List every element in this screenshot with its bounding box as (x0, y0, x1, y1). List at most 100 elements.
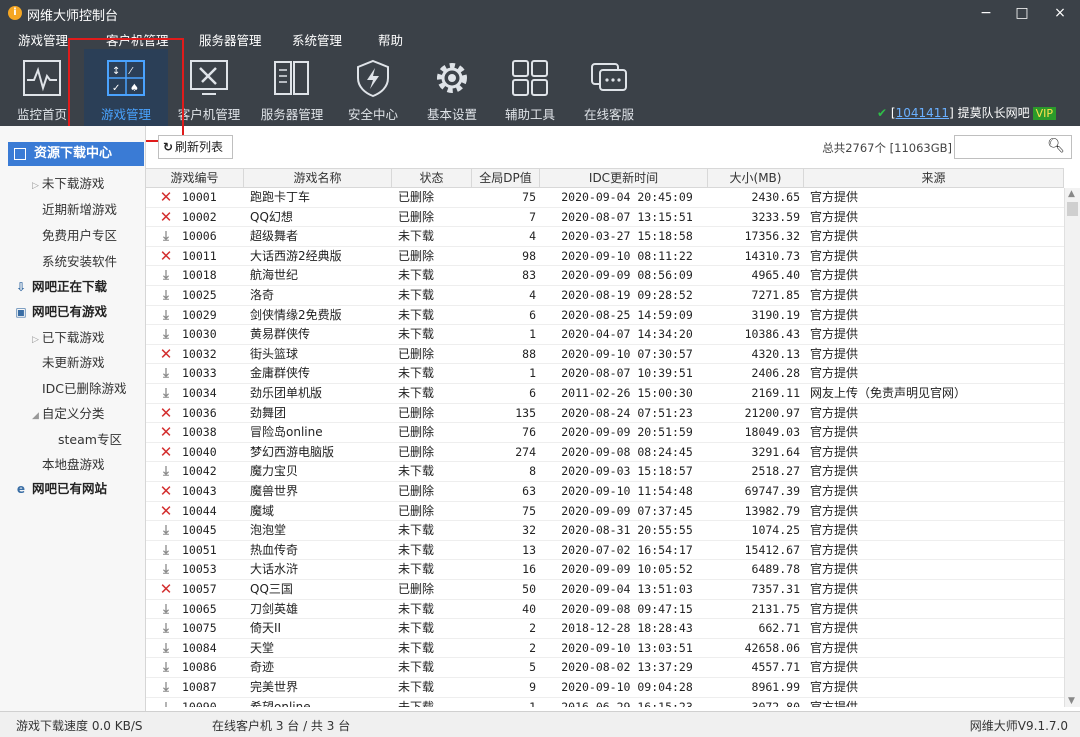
table-row[interactable]: ⤓ 10042 魔力宝贝 未下载 8 2020-09-03 15:18:57 2518.27… (146, 462, 1064, 482)
sidebar-item[interactable]: ▣ 网吧已有游戏 (14, 301, 107, 320)
table-row[interactable]: ✕ 10040 梦幻西游电脑版 已删除 274 2020-09-08 08:24:45 32… (146, 443, 1064, 463)
tool-utilities[interactable]: 辅助工具 (492, 49, 568, 126)
table-row[interactable]: ✕ 10002 QQ幻想 已删除 7 2020-08-07 13:15:51 3233.59… (146, 208, 1064, 228)
game-status: 未下载 (398, 268, 435, 283)
user-info: ✔ [1041411] 提莫队长网吧 VIP (877, 104, 1056, 121)
minimize-button[interactable]: − (968, 0, 1004, 27)
update-time: 2020-08-24 07:51:23 (561, 405, 693, 420)
size-mb: 1074.25 (751, 523, 800, 538)
game-status: 未下载 (398, 699, 435, 707)
sidebar-item-label: 未更新游戏 (42, 355, 105, 370)
sidebar-item[interactable]: steam专区 (58, 429, 122, 448)
scroll-thumb[interactable] (1067, 202, 1078, 216)
col-size[interactable]: 大小(MB) (708, 169, 804, 188)
col-source[interactable]: 来源 (804, 169, 1064, 188)
sidebar-item[interactable]: 免费用户专区 (42, 225, 117, 244)
sidebar-item[interactable]: ▷ 未下载游戏 (32, 173, 104, 192)
source: 官方提供 (810, 503, 859, 518)
sidebar-item[interactable]: 本地盘游戏 (42, 454, 105, 473)
update-time: 2020-09-09 20:51:59 (561, 425, 693, 440)
size-mb: 2406.28 (751, 366, 800, 381)
menu-help[interactable]: 帮助 (378, 30, 403, 49)
sidebar-item[interactable]: IDC已删除游戏 (42, 378, 127, 397)
size-mb: 8961.99 (751, 680, 800, 694)
dp-value: 1 (529, 699, 536, 707)
tool-support[interactable]: 在线客服 (568, 49, 650, 126)
table-row[interactable]: ✕ 10001 跑跑卡丁车 已删除 75 2020-09-04 20:45:09 2430.… (146, 188, 1064, 208)
game-name: 航海世纪 (250, 268, 299, 283)
col-time[interactable]: IDC更新时间 (540, 169, 708, 188)
table-row[interactable]: ⤓ 10034 劲乐团单机版 未下载 6 2011-02-26 15:00:30 2169.… (146, 384, 1064, 404)
game-name: 泡泡堂 (250, 523, 287, 538)
update-time: 2020-09-08 08:24:45 (561, 444, 693, 459)
table-row[interactable]: ✕ 10011 大话西游2经典版 已删除 98 2020-09-10 08:11:22 14… (146, 247, 1064, 267)
sidebar-item[interactable]: ▷ 已下载游戏 (32, 327, 104, 346)
search-icon[interactable]: 🔍︎ (1047, 138, 1065, 154)
table-row[interactable]: ⤓ 10086 奇迹 未下载 5 2020-08-02 13:37:29 4557.71 官方… (146, 658, 1064, 678)
table-row[interactable]: ✕ 10038 冒险岛online 已删除 76 2020-09-09 20:51:59 1… (146, 423, 1064, 443)
expand-icon[interactable]: ◢ (32, 411, 39, 421)
sidebar-item[interactable]: e 网吧已有网站 (14, 478, 107, 497)
sidebar-item[interactable]: 未更新游戏 (42, 352, 105, 371)
expand-icon[interactable]: ▷ (32, 335, 39, 345)
sidebar-item[interactable]: ⇩ 网吧正在下载 (14, 276, 107, 295)
col-status[interactable]: 状态 (392, 169, 472, 188)
table-row[interactable]: ⤓ 10033 金庸群侠传 未下载 1 2020-08-07 10:39:51 2406.2… (146, 364, 1064, 384)
table-row[interactable]: ⤓ 10029 剑侠情缘2免费版 未下载 6 2020-08-25 14:59:09 319… (146, 306, 1064, 326)
size-mb: 2169.11 (751, 386, 800, 400)
size-mb: 3190.19 (751, 307, 800, 322)
table-row[interactable]: ⤓ 10025 洛奇 未下载 4 2020-08-19 09:28:52 7271.85 官方… (146, 286, 1064, 306)
table-row[interactable]: ⤓ 10090 希望online 未下载 1 2016-06-29 16:15:23 307… (146, 698, 1064, 707)
sidebar-item[interactable]: 近期新增游戏 (42, 199, 117, 218)
sidebar-header[interactable]: 资源下载中心 (8, 142, 144, 166)
scroll-up-icon[interactable]: ▲ (1068, 189, 1075, 199)
col-name[interactable]: 游戏名称 (244, 169, 392, 188)
tool-security[interactable]: 安全中心 (334, 49, 412, 126)
table-row[interactable]: ⤓ 10075 倚天II 未下载 2 2018-12-28 18:28:43 662.71 官… (146, 619, 1064, 639)
col-id[interactable]: 游戏编号 (146, 169, 244, 188)
table-row[interactable]: ⤓ 10018 航海世纪 未下载 83 2020-09-09 08:56:09 4965.4… (146, 266, 1064, 286)
menu-system[interactable]: 系统管理 (292, 30, 342, 49)
scroll-down-icon[interactable]: ▼ (1068, 696, 1075, 706)
table-row[interactable]: ✕ 10044 魔域 已删除 75 2020-09-09 07:37:45 13982.79… (146, 502, 1064, 522)
tool-settings[interactable]: 基本设置 (412, 49, 492, 126)
sidebar-item[interactable]: 系统安装软件 (42, 251, 117, 270)
table-row[interactable]: ⤓ 10065 刀剑英雄 未下载 40 2020-09-08 09:47:15 2131.7… (146, 600, 1064, 620)
table-row[interactable]: ✕ 10057 QQ三国 已删除 50 2020-09-04 13:51:03 7357.3… (146, 580, 1064, 600)
dp-value: 2 (529, 640, 536, 655)
total-count: 总共2767个 [11063GB] (822, 141, 952, 155)
tool-label: 基本设置 (426, 107, 477, 122)
maximize-button[interactable]: □ (1004, 0, 1040, 27)
server-icon (274, 61, 309, 95)
menu-server[interactable]: 服务器管理 (199, 30, 262, 49)
table-row[interactable]: ⤓ 10051 热血传奇 未下载 13 2020-07-02 16:54:17 15412.… (146, 541, 1064, 561)
table-row[interactable]: ⤓ 10045 泡泡堂 未下载 32 2020-08-31 20:55:55 1074.25… (146, 521, 1064, 541)
game-name: 魔兽世界 (250, 484, 299, 498)
vertical-scrollbar[interactable]: ▲ ▼ (1064, 188, 1080, 707)
refresh-button[interactable]: ↻ 刷新列表 (158, 135, 233, 159)
user-id-link[interactable]: 1041411 (896, 106, 949, 120)
download-icon: ⤓ (163, 386, 169, 401)
sidebar-item-label: 网吧正在下载 (32, 279, 108, 294)
table-row[interactable]: ✕ 10032 街头篮球 已删除 88 2020-09-10 07:30:57 4320.1… (146, 345, 1064, 365)
tool-server[interactable]: 服务器管理 (250, 49, 334, 126)
update-time: 2020-09-09 08:56:09 (561, 268, 693, 283)
table-row[interactable]: ⤓ 10006 超级舞者 未下载 4 2020-03-27 15:18:58 17356.3… (146, 227, 1064, 247)
table-row[interactable]: ⤓ 10087 完美世界 未下载 9 2020-09-10 09:04:28 8961.99… (146, 678, 1064, 698)
close-button[interactable]: × (1042, 0, 1078, 27)
search-input[interactable]: 🔍︎ (954, 135, 1072, 159)
game-status: 未下载 (398, 288, 435, 302)
col-dp[interactable]: 全局DP值 (472, 169, 540, 188)
game-name: 希望online (250, 699, 311, 707)
source: 官方提供 (810, 209, 859, 224)
tool-label: 辅助工具 (504, 107, 555, 122)
table-row[interactable]: ⤓ 10084 天堂 未下载 2 2020-09-10 13:03:51 42658.06 官… (146, 639, 1064, 659)
table-row[interactable]: ⤓ 10030 黄易群侠传 未下载 1 2020-04-07 14:34:20 10386.… (146, 325, 1064, 345)
menu-game[interactable]: 游戏管理 (18, 30, 68, 49)
table-row[interactable]: ⤓ 10053 大话水浒 未下载 16 2020-09-09 10:05:52 6489.7… (146, 560, 1064, 580)
sidebar-item[interactable]: ◢ 自定义分类 (32, 403, 104, 422)
table-row[interactable]: ✕ 10043 魔兽世界 已删除 63 2020-09-10 11:54:48 69747.… (146, 482, 1064, 502)
grid-icon (512, 60, 548, 96)
table-row[interactable]: ✕ 10036 劲舞团 已删除 135 2020-08-24 07:51:23 21200.… (146, 404, 1064, 424)
expand-icon[interactable]: ▷ (32, 181, 39, 191)
